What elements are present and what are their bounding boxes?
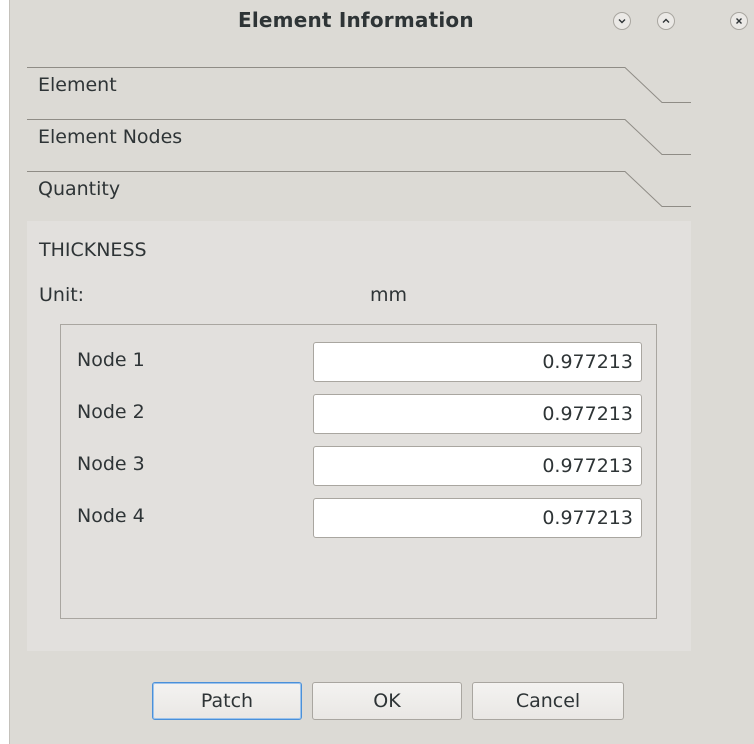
section-label: Element Nodes [38,126,183,148]
section-label: Element [38,74,117,96]
unit-value: mm [370,284,408,306]
close-icon[interactable] [730,12,748,30]
window-title: Element Information [238,8,474,32]
section-element[interactable]: Element [27,66,691,118]
node-row: Node 3 [61,446,656,486]
quantity-panel: THICKNESS Unit: mm Node 1 Node 2 Node 3 … [27,221,691,651]
node-label: Node 1 [77,349,145,371]
node-row: Node 4 [61,498,656,538]
ok-button[interactable]: OK [312,682,462,720]
section-element-nodes[interactable]: Element Nodes [27,118,691,170]
cancel-button[interactable]: Cancel [472,682,624,720]
minimize-icon[interactable] [613,12,631,30]
node-1-value-field[interactable] [313,342,642,382]
node-label: Node 2 [77,401,145,423]
node-label: Node 3 [77,453,145,475]
node-values-group: Node 1 Node 2 Node 3 Node 4 [60,324,657,619]
node-2-value-field[interactable] [313,394,642,434]
node-label: Node 4 [77,505,145,527]
section-label: Quantity [38,178,121,200]
unit-label: Unit: [39,284,85,306]
maximize-icon[interactable] [657,12,675,30]
patch-button[interactable]: Patch [152,682,302,720]
node-4-value-field[interactable] [313,498,642,538]
node-3-value-field[interactable] [313,446,642,486]
title-bar[interactable]: Element Information [10,0,754,44]
section-quantity[interactable]: Quantity [27,170,691,222]
dialog-window: Element Information Element Element Node… [9,0,754,744]
node-row: Node 2 [61,394,656,434]
quantity-name: THICKNESS [39,239,147,261]
node-row: Node 1 [61,342,656,382]
